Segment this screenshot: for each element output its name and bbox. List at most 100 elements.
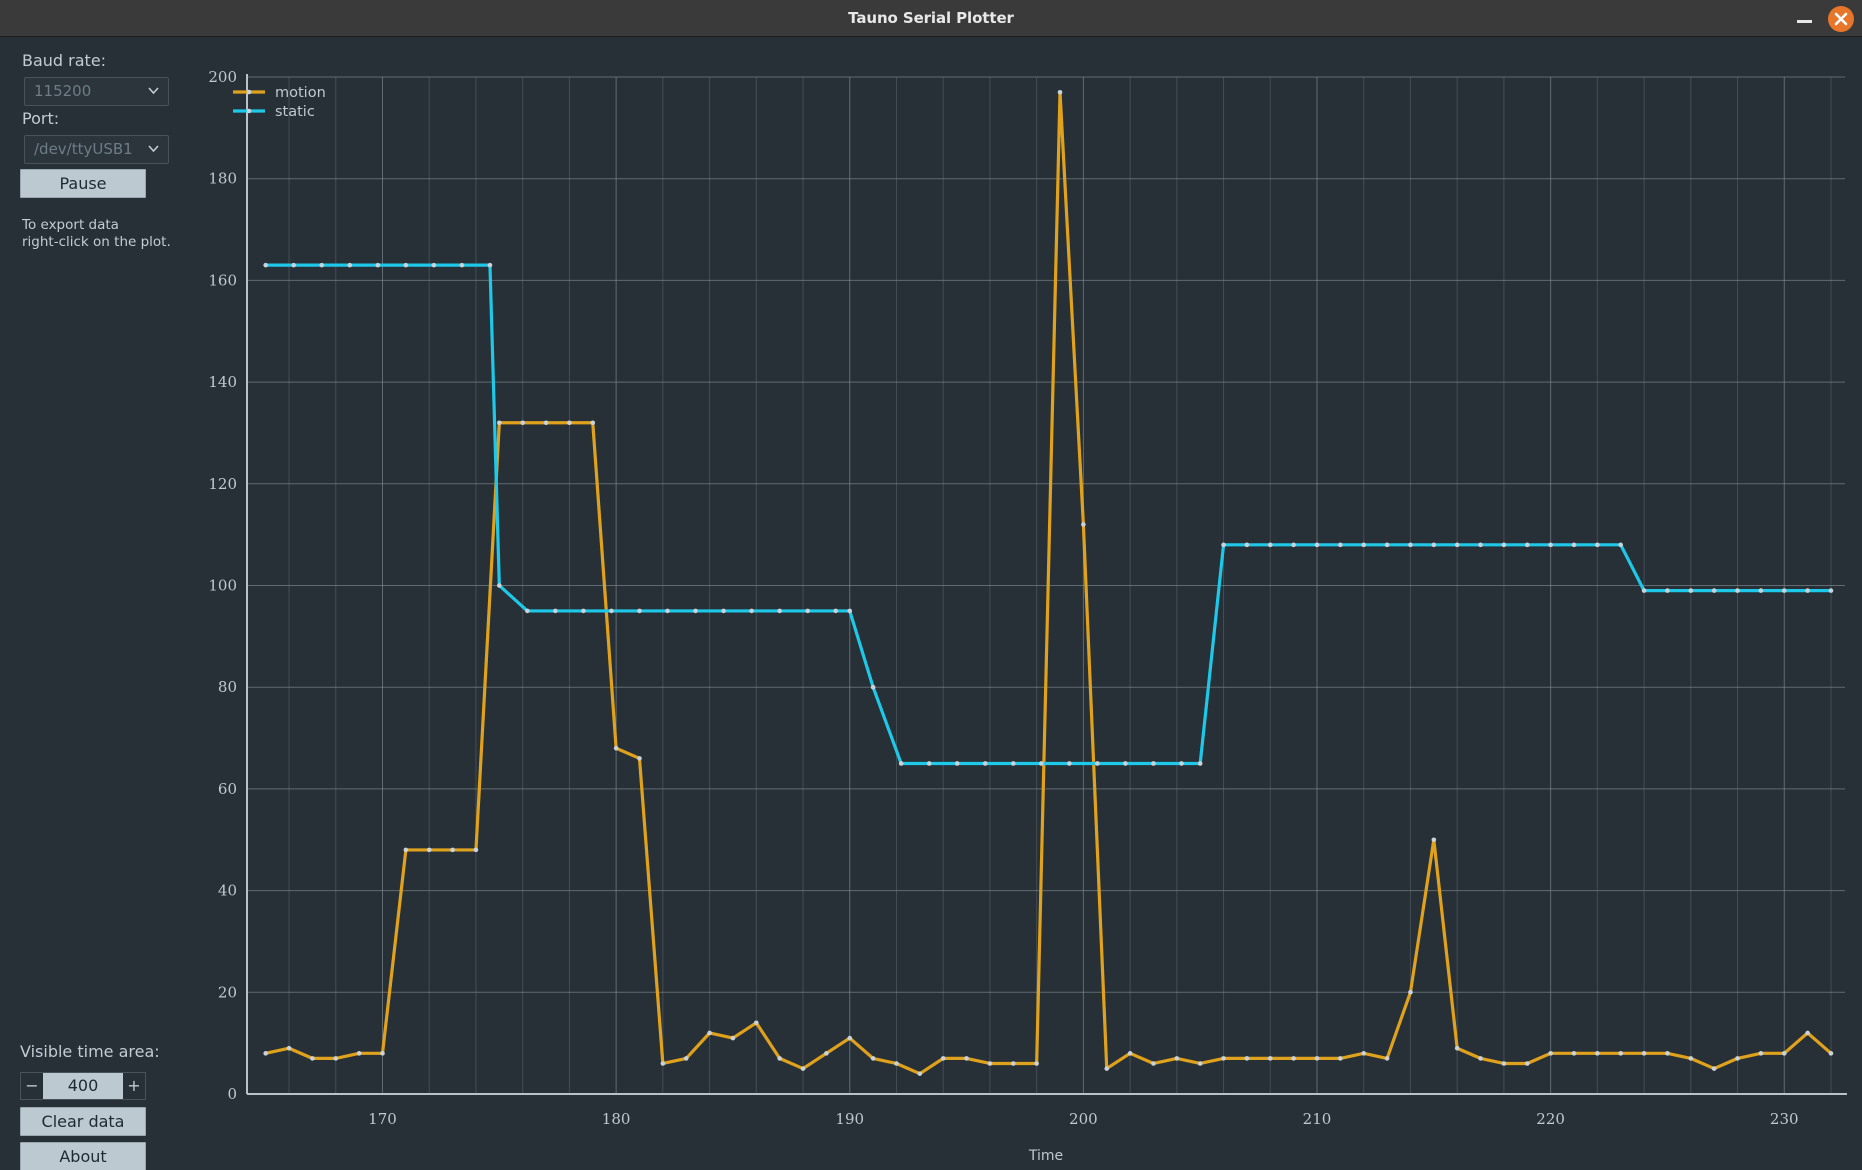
- pause-button[interactable]: Pause: [20, 169, 146, 198]
- data-point: [590, 420, 596, 426]
- data-point: [800, 1066, 806, 1071]
- close-button[interactable]: [1828, 6, 1854, 32]
- plot-svg: 0 20 40 60 80 100 120 140 160 180 200 170 180 190 200 2…: [208, 68, 1847, 1164]
- data-point: [1478, 542, 1483, 548]
- stepper-decrement-button[interactable]: −: [21, 1073, 43, 1099]
- data-point: [581, 608, 586, 614]
- data-point: [824, 1051, 829, 1056]
- export-hint-line1: To export data: [22, 217, 119, 233]
- y-tick-label: 80: [218, 678, 237, 696]
- about-button[interactable]: About: [20, 1142, 146, 1170]
- data-point: [1805, 1030, 1810, 1036]
- data-point: [1127, 1051, 1133, 1056]
- data-point: [1431, 542, 1437, 548]
- data-point: [954, 761, 960, 766]
- data-point: [833, 608, 839, 614]
- data-point: [1151, 1061, 1156, 1066]
- y-tick-label: 140: [208, 373, 237, 391]
- x-axis-title: Time: [1028, 1148, 1063, 1164]
- data-point: [1067, 761, 1072, 766]
- visible-time-stepper: − 400 +: [20, 1072, 146, 1100]
- data-point: [777, 608, 782, 614]
- data-point: [1221, 542, 1226, 548]
- minimize-button[interactable]: [1795, 9, 1815, 29]
- data-point: [847, 608, 853, 614]
- y-tick-label: 120: [208, 475, 237, 493]
- data-point: [1595, 1051, 1600, 1056]
- data-point: [1010, 1061, 1016, 1066]
- data-point: [1267, 1056, 1273, 1061]
- port-value: /dev/ttyUSB1: [34, 140, 133, 158]
- legend-label-static: static: [275, 104, 315, 120]
- data-point: [403, 262, 409, 268]
- data-point: [637, 756, 642, 761]
- y-tick-label: 60: [218, 780, 237, 798]
- data-point: [459, 262, 465, 268]
- data-point: [1338, 1056, 1343, 1061]
- data-point: [497, 583, 502, 588]
- data-point: [1571, 542, 1577, 548]
- data-point: [660, 1061, 666, 1066]
- data-point: [431, 262, 437, 268]
- data-point: [1524, 1061, 1530, 1066]
- y-tick-label: 40: [218, 882, 237, 900]
- y-tick-label: 200: [208, 68, 237, 86]
- data-point: [1548, 1051, 1553, 1056]
- data-point: [1291, 542, 1296, 548]
- data-point: [721, 608, 726, 614]
- x-tick-label: 170: [368, 1110, 397, 1128]
- data-point: [319, 262, 325, 268]
- stepper-increment-button[interactable]: +: [123, 1073, 145, 1099]
- data-point: [567, 420, 572, 426]
- data-point: [1688, 1056, 1694, 1061]
- close-icon: [1834, 12, 1848, 26]
- data-point: [310, 1056, 315, 1061]
- data-point: [286, 1045, 292, 1051]
- data-point: [1408, 542, 1413, 548]
- data-point: [1641, 1051, 1647, 1056]
- data-point: [1711, 588, 1717, 593]
- visible-time-value[interactable]: 400: [43, 1073, 123, 1099]
- data-point: [1384, 1056, 1390, 1061]
- x-tick-label: 230: [1770, 1110, 1799, 1128]
- visible-time-label: Visible time area:: [20, 1042, 160, 1061]
- data-point: [1057, 89, 1063, 95]
- grid-lines: [247, 76, 1845, 1095]
- data-point: [847, 1035, 853, 1041]
- data-point: [1384, 542, 1390, 548]
- data-point: [1571, 1051, 1577, 1056]
- data-point: [1095, 761, 1100, 766]
- plot-area[interactable]: 0 20 40 60 80 100 120 140 160 180 200 170 180 190 200 2…: [200, 37, 1862, 1170]
- data-point: [1641, 588, 1647, 593]
- data-point: [1828, 588, 1834, 593]
- port-label: Port:: [22, 109, 60, 128]
- data-point: [1291, 1056, 1296, 1061]
- data-point: [263, 262, 268, 268]
- export-hint: To export data right-click on the plot.: [22, 217, 171, 251]
- title-bar: Tauno Serial Plotter: [0, 0, 1862, 37]
- data-point: [1104, 1066, 1110, 1071]
- y-tick-label: 100: [208, 577, 237, 595]
- port-select[interactable]: /dev/ttyUSB1: [24, 135, 169, 164]
- data-point: [1361, 1051, 1367, 1056]
- data-point: [375, 262, 381, 268]
- data-point: [291, 262, 297, 268]
- data-point: [982, 761, 988, 766]
- chevron-down-icon: [148, 87, 159, 94]
- data-point: [1735, 1056, 1740, 1061]
- window-title: Tauno Serial Plotter: [848, 9, 1014, 27]
- data-point: [263, 1051, 268, 1056]
- data-point: [693, 608, 698, 614]
- data-point: [1361, 542, 1367, 548]
- data-point: [870, 684, 876, 690]
- data-point: [609, 608, 614, 614]
- data-point: [1314, 1056, 1320, 1061]
- clear-data-button[interactable]: Clear data: [20, 1107, 146, 1136]
- data-point: [403, 847, 409, 853]
- data-point: [777, 1056, 782, 1061]
- data-point: [754, 1020, 759, 1026]
- data-point: [1828, 1051, 1834, 1056]
- baud-rate-select[interactable]: 115200: [24, 77, 169, 106]
- data-point: [333, 1056, 339, 1061]
- data-point: [1244, 542, 1250, 548]
